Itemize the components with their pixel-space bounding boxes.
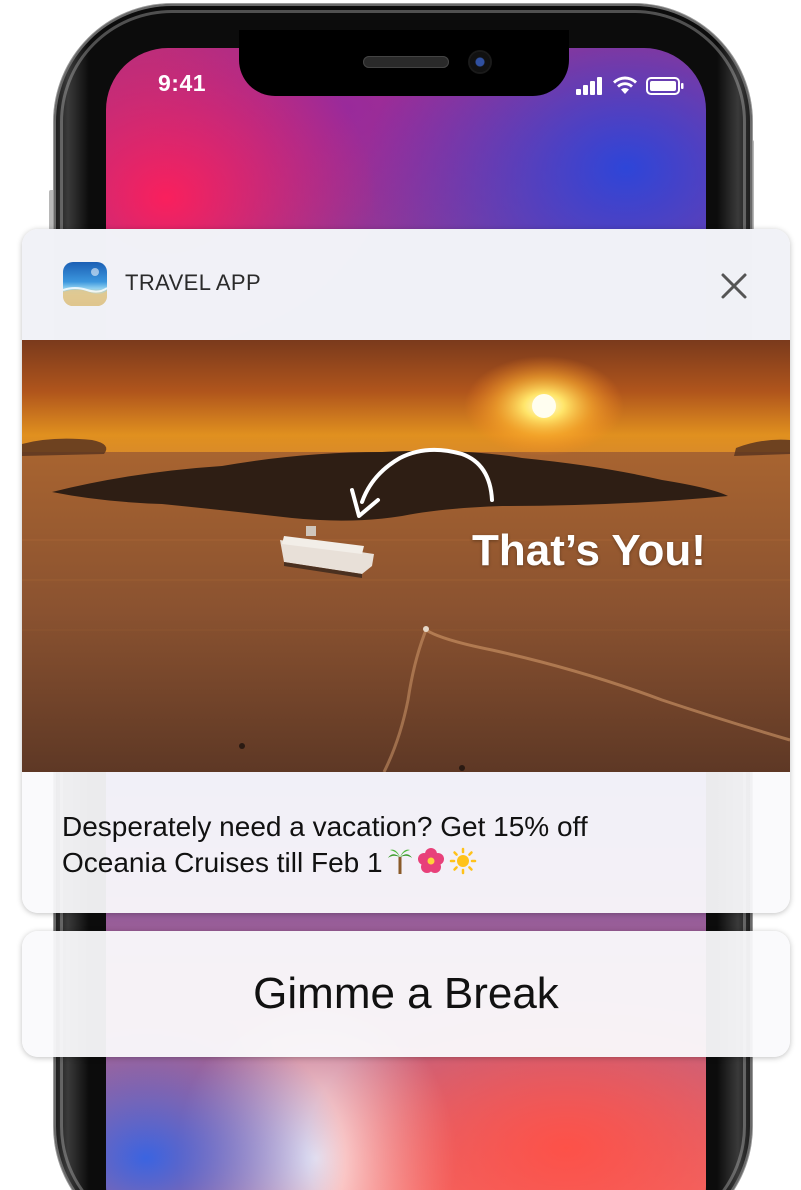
- app-name: TRAVEL APP: [125, 270, 262, 295]
- beach-app-icon: [63, 262, 107, 306]
- action-label: Gimme a Break: [253, 969, 559, 1018]
- hero-caption: That’s You!: [472, 526, 706, 575]
- gimme-a-break-button[interactable]: Gimme a Break: [22, 931, 790, 1057]
- notification-body: Desperately need a vacation? Get 15% off…: [62, 809, 762, 884]
- phone-mockup: 9:41 TRAVEL APP That’s You! Desperately …: [0, 0, 801, 1190]
- close-icon: [721, 273, 747, 299]
- wifi-icon: [613, 76, 637, 94]
- close-button[interactable]: [714, 266, 754, 306]
- notification-card[interactable]: TRAVEL APP That’s You! Desperately need …: [22, 229, 790, 913]
- notification-header: TRAVEL APP: [22, 229, 790, 341]
- sunset-cruise-photo: That’s You!: [22, 340, 790, 772]
- body-line-2: Oceania Cruises till Feb 1: [62, 845, 762, 884]
- speaker-grille: [363, 56, 449, 68]
- battery-icon: [646, 77, 684, 95]
- palm-tree-icon: [387, 847, 413, 884]
- cellular-signal-icon: [576, 77, 602, 95]
- body-line-2-text: Oceania Cruises till Feb 1: [62, 847, 383, 878]
- body-line-1: Desperately need a vacation? Get 15% off: [62, 811, 588, 842]
- status-time: 9:41: [158, 70, 207, 96]
- hibiscus-icon: [417, 847, 445, 884]
- front-camera: [470, 52, 490, 72]
- status-icons: [576, 74, 684, 98]
- sun-icon: [449, 847, 477, 884]
